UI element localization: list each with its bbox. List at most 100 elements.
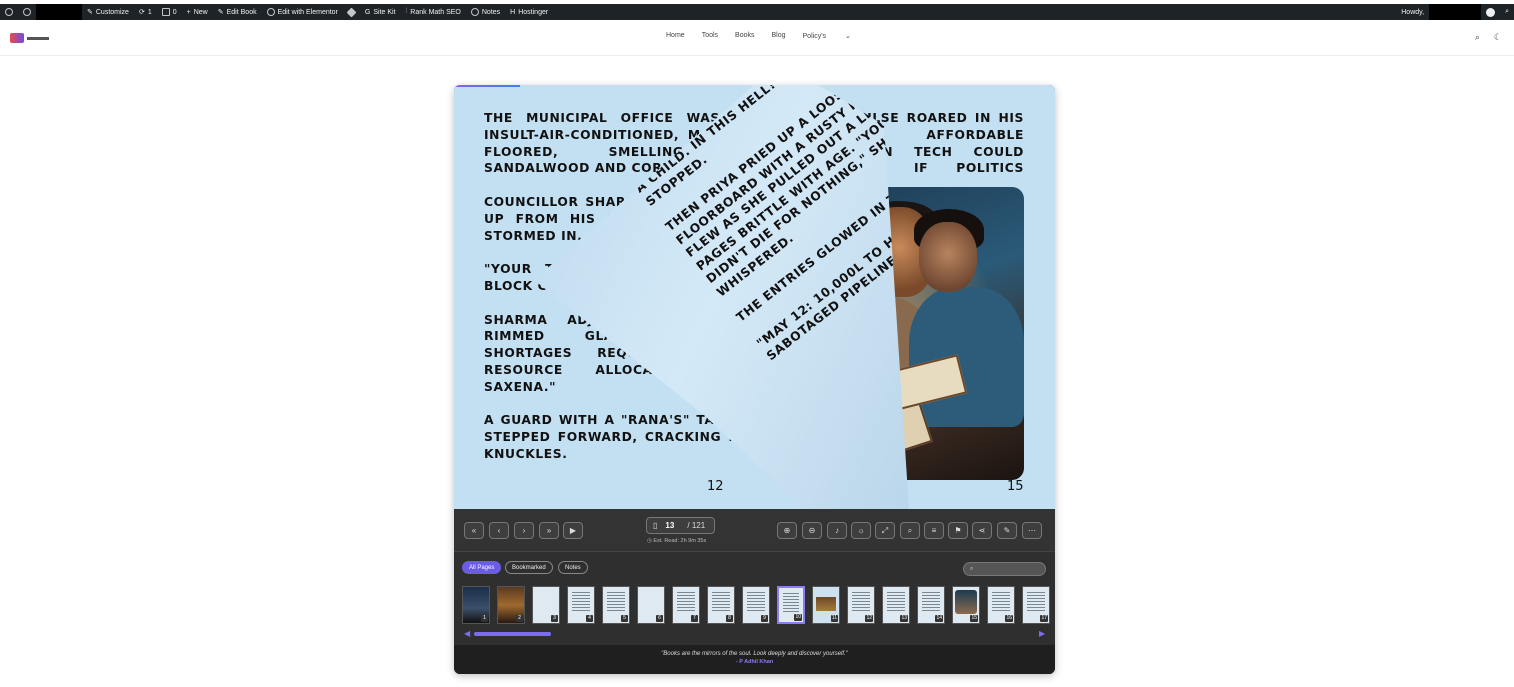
thumbnail-page[interactable]: 1 — [462, 586, 490, 624]
chevron-down-icon: ⌄ — [844, 33, 851, 40]
filter-notes[interactable]: Notes — [558, 561, 588, 574]
thumbnail-page[interactable]: 14 — [917, 586, 945, 624]
thumbnail-search-input[interactable]: ⌕ — [963, 562, 1046, 576]
search-icon[interactable]: ⌕ — [1475, 32, 1480, 43]
site-header: Home Tools Books Blog Policy's ⌄ ⌕ ☾ — [0, 20, 1514, 56]
rank-math-icon: ⫶ — [405, 8, 408, 15]
brightness-icon[interactable]: ☼ — [851, 522, 871, 539]
thumbnail-page-number: 15 — [970, 615, 978, 622]
table-of-contents-icon[interactable]: ≡ — [924, 522, 944, 539]
sound-icon[interactable]: ♪ — [827, 522, 847, 539]
thumbnail-page[interactable]: 8 — [707, 586, 735, 624]
thumbnail-page[interactable]: 7 — [672, 586, 700, 624]
thumbnail-page[interactable]: 12 — [847, 586, 875, 624]
site-logo[interactable] — [10, 33, 49, 43]
admin-rank-math[interactable]: ⫶ Rank Math SEO — [401, 4, 466, 20]
admin-edit-elementor[interactable]: Edit with Elementor — [262, 4, 343, 20]
nav-policys[interactable]: Policy's ⌄ — [803, 32, 868, 40]
admin-search-icon[interactable]: ⌕ — [1500, 4, 1514, 20]
nav-tools[interactable]: Tools — [702, 32, 718, 40]
zoom-out-icon[interactable]: ⊖ — [802, 522, 822, 539]
thumbnail-page[interactable]: 2 — [497, 586, 525, 624]
share-icon[interactable]: ⋖ — [972, 522, 992, 539]
admin-howdy[interactable]: Howdy, — [1396, 4, 1429, 20]
diamond-icon — [346, 7, 357, 17]
search-book-icon[interactable]: ⌕ — [900, 522, 920, 539]
footer-author: - P Adhil Khan — [735, 659, 774, 665]
thumbnail-page[interactable]: 15 — [952, 586, 980, 624]
total-pages: / 121 — [687, 521, 706, 530]
thumbnail-page-number: 3 — [551, 615, 558, 622]
hostinger-icon: H — [510, 8, 516, 16]
filter-bookmarked[interactable]: Bookmarked — [505, 561, 553, 574]
next-page-button[interactable]: › — [514, 522, 534, 539]
thumbnail-page[interactable]: 11 — [812, 586, 840, 624]
admin-new[interactable]: + New — [182, 4, 213, 20]
last-page-button[interactable]: » — [539, 522, 559, 539]
comment-icon — [161, 8, 170, 16]
thumbnail-page[interactable]: 4 — [567, 586, 595, 624]
nav-books[interactable]: Books — [735, 32, 754, 40]
thumbnail-page[interactable]: 10 — [777, 586, 805, 624]
site-home-icon[interactable] — [18, 4, 36, 20]
redacted-site-name — [36, 4, 82, 20]
reading-progress-bar — [454, 85, 520, 87]
search-icon: ⌕ — [970, 565, 974, 572]
thumbnail-scrollbar[interactable] — [474, 632, 551, 636]
thumbnail-page[interactable]: 6 — [637, 586, 665, 624]
thumbnail-page-number: 12 — [865, 615, 873, 622]
thumbnail-page[interactable]: 3 — [532, 586, 560, 624]
thumbnail-page[interactable]: 16 — [987, 586, 1015, 624]
more-icon[interactable]: ⋯ — [1022, 522, 1042, 539]
nav-home[interactable]: Home — [666, 32, 685, 40]
thumbnail-page-number: 16 — [1005, 615, 1013, 622]
admin-edit-book[interactable]: ✎ Edit Book — [213, 4, 262, 20]
thumbnail-panel: All Pages Bookmarked Notes ⌕ 1 2 3 4 5 6 7 8 9 10… — [454, 551, 1055, 645]
notes-icon — [470, 8, 479, 16]
admin-updates[interactable]: ⟳ 1 — [134, 4, 157, 20]
admin-diamond[interactable] — [343, 4, 360, 20]
admin-customize[interactable]: ✎ Customize — [82, 4, 134, 20]
thumbnail-page[interactable]: 5 — [602, 586, 630, 624]
page-number-left: 12 — [707, 479, 724, 494]
thumbnail-page-number: 5 — [621, 615, 628, 622]
current-page-input[interactable]: 13 — [665, 521, 687, 530]
page-jump-box[interactable]: ▯ 13 / 121 — [646, 517, 715, 534]
avatar[interactable] — [1481, 4, 1500, 20]
thumbnail-page-number: 2 — [516, 615, 523, 622]
book-stage[interactable]: The municipal office was an insult-air-c… — [454, 85, 1055, 509]
thumbnail-page-number: 1 — [481, 615, 488, 622]
bookmark-icon[interactable]: ⚑ — [948, 522, 968, 539]
prev-page-button[interactable]: ‹ — [489, 522, 509, 539]
thumbnail-page-number: 6 — [656, 615, 663, 622]
admin-comments[interactable]: 0 — [157, 4, 182, 20]
dark-mode-icon[interactable]: ☾ — [1494, 32, 1502, 43]
page-number-right: 15 — [1007, 479, 1024, 494]
admin-site-kit[interactable]: G Site Kit — [360, 4, 401, 20]
wordpress-logo-icon[interactable] — [0, 4, 18, 20]
scroll-left-arrow[interactable]: ◀ — [464, 629, 470, 638]
logo-text — [27, 36, 49, 40]
thumbnail-page[interactable]: 13 — [882, 586, 910, 624]
thumbnail-page[interactable]: 17 — [1022, 586, 1050, 624]
autoplay-button[interactable]: ▶ — [563, 522, 583, 539]
nav-blog[interactable]: Blog — [772, 32, 786, 40]
wp-admin-bar: ✎ Customize ⟳ 1 0 + New ✎ Edit Book Edit wit… — [0, 4, 1514, 20]
filter-all-pages[interactable]: All Pages — [462, 561, 502, 574]
thumbnail-page[interactable]: 9 — [742, 586, 770, 624]
thumbnail-page-number: 11 — [830, 615, 838, 622]
thumbnail-page-number: 17 — [1040, 615, 1048, 622]
admin-hostinger[interactable]: H Hostinger — [505, 4, 553, 20]
footer-quote: "Books are the mirrors of the soul. Look… — [661, 651, 848, 657]
scroll-right-arrow[interactable]: ▶ — [1039, 629, 1045, 638]
first-page-button[interactable]: « — [464, 522, 484, 539]
zoom-in-icon[interactable]: ⊕ — [777, 522, 797, 539]
fullscreen-icon[interactable]: ⤢ — [875, 522, 895, 539]
edit-note-icon[interactable]: ✎ — [997, 522, 1017, 539]
flipbook-viewer: The municipal office was an insult-air-c… — [454, 85, 1055, 674]
brush-icon: ✎ — [87, 9, 93, 16]
refresh-icon: ⟳ — [138, 9, 145, 16]
thumbnail-page-number: 8 — [726, 615, 733, 622]
admin-notes[interactable]: Notes — [466, 4, 505, 20]
redacted-username — [1429, 4, 1482, 20]
